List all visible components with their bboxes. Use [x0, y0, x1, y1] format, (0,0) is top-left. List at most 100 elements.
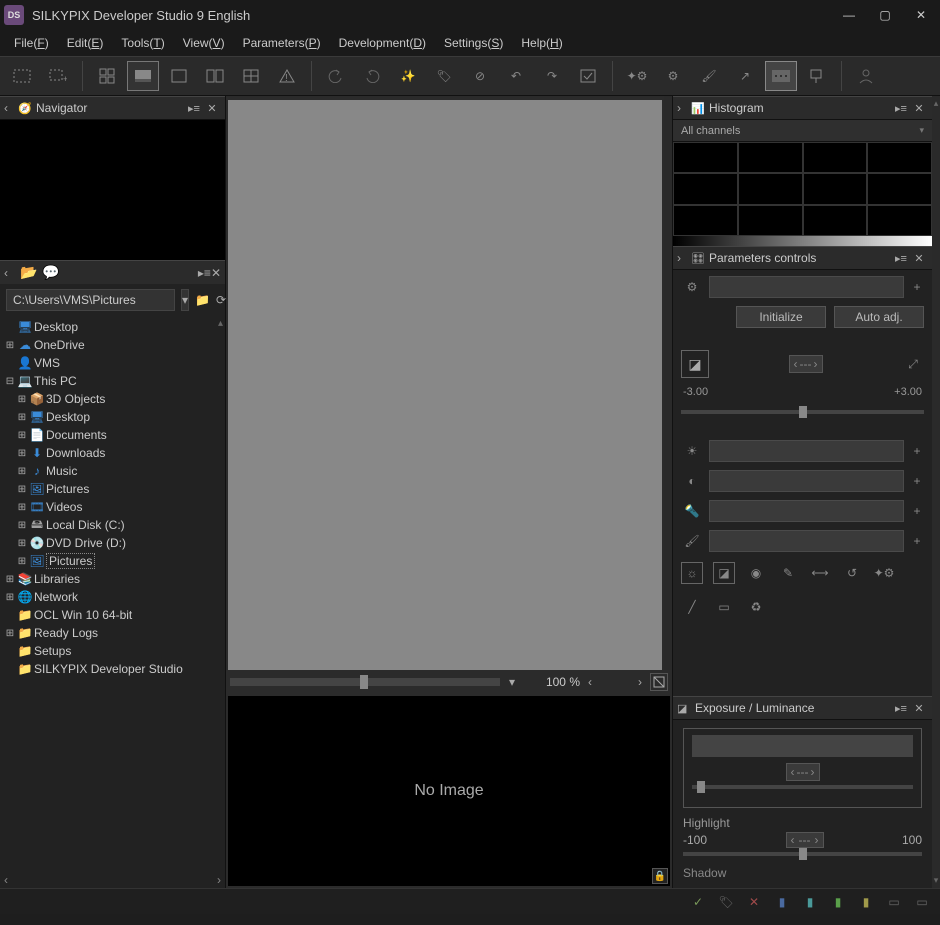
- panel-close-icon[interactable]: ✕: [910, 102, 928, 115]
- tree-item[interactable]: ⊞📦3D Objects: [2, 390, 223, 408]
- contrast-select[interactable]: [709, 470, 904, 492]
- menu-view[interactable]: View(V): [175, 34, 233, 52]
- add-icon[interactable]: +: [910, 504, 924, 518]
- menu-edit[interactable]: Edit(E): [59, 34, 112, 52]
- gear-star-icon[interactable]: ✦⚙: [621, 61, 653, 91]
- preset-select[interactable]: [709, 276, 904, 298]
- menu-development[interactable]: Development(D): [331, 34, 434, 52]
- expand-icon[interactable]: ⊞: [16, 466, 28, 477]
- status-blue-icon[interactable]: ▮: [774, 894, 790, 910]
- thumbnail-strip[interactable]: No Image 🔒: [228, 696, 670, 886]
- panel-close-icon[interactable]: ✕: [211, 266, 221, 280]
- expand-icon[interactable]: ⊞: [16, 556, 28, 567]
- contrast-icon[interactable]: ◐: [681, 470, 703, 492]
- minimize-button[interactable]: —: [834, 1, 864, 29]
- collapse-right-icon[interactable]: ›: [677, 101, 691, 115]
- lock-icon[interactable]: 🔒: [652, 868, 668, 884]
- zoom-next-icon[interactable]: ›: [634, 675, 646, 689]
- initialize-button[interactable]: Initialize: [736, 306, 826, 328]
- chat-icon[interactable]: 💬: [40, 264, 62, 281]
- tree-item[interactable]: ⊟💻This PC: [2, 372, 223, 390]
- status-check-icon[interactable]: ✓: [690, 894, 706, 910]
- exposure-icon[interactable]: ◪: [681, 350, 709, 378]
- reset-tool-icon[interactable]: ↺: [841, 562, 863, 584]
- layout-one-icon[interactable]: [163, 61, 195, 91]
- warning-icon[interactable]: !: [271, 61, 303, 91]
- status-cyan-icon[interactable]: ▮: [802, 894, 818, 910]
- expand-icon[interactable]: ⊞: [4, 574, 16, 585]
- tree-item[interactable]: 🖥Desktop: [2, 318, 223, 336]
- label-mode-icon[interactable]: [765, 61, 797, 91]
- scroll-up-icon[interactable]: ▴: [218, 318, 223, 329]
- tree-item[interactable]: 📁Setups: [2, 642, 223, 660]
- panel-close-icon[interactable]: ✕: [203, 102, 221, 115]
- layout-two-icon[interactable]: [199, 61, 231, 91]
- grid-four-icon[interactable]: [91, 61, 123, 91]
- collapse-left-icon[interactable]: ‹: [4, 266, 18, 280]
- preview-scrollbar[interactable]: [664, 96, 672, 670]
- tree-item[interactable]: ⊞📚Libraries: [2, 570, 223, 588]
- refresh-icon[interactable]: ⟳: [216, 289, 226, 311]
- tree-item[interactable]: ⊞📁Ready Logs: [2, 624, 223, 642]
- tree-item[interactable]: ⊞☁OneDrive: [2, 336, 223, 354]
- tag-icon[interactable]: 🏷: [428, 61, 460, 91]
- menu-settings[interactable]: Settings(S): [436, 34, 511, 52]
- panel-close-icon[interactable]: ✕: [910, 702, 928, 715]
- add-select-icon[interactable]: +: [42, 61, 74, 91]
- tree-item[interactable]: ⊞🎞Videos: [2, 498, 223, 516]
- right-panel-scrollbar[interactable]: ▴ ▾: [932, 96, 940, 888]
- scroll-right-icon[interactable]: ›: [217, 873, 221, 887]
- gear-icon[interactable]: ⚙: [681, 276, 703, 298]
- add-icon[interactable]: +: [910, 534, 924, 548]
- exposure-sub-slider[interactable]: [692, 785, 913, 789]
- expand-icon[interactable]: ⊞: [4, 340, 16, 351]
- auto-adjust-button[interactable]: Auto adj.: [834, 306, 924, 328]
- add-icon[interactable]: +: [910, 444, 924, 458]
- crop-icon[interactable]: ▭: [713, 596, 735, 618]
- panel-menu-icon[interactable]: ▸≡: [892, 252, 910, 265]
- scroll-left-icon[interactable]: ‹: [4, 873, 8, 887]
- panel-menu-icon[interactable]: ▸≡: [892, 102, 910, 115]
- tree-item[interactable]: ⊞⬇Downloads: [2, 444, 223, 462]
- image-preview[interactable]: [228, 100, 662, 670]
- vertical-tool-icon[interactable]: ⟷: [809, 562, 831, 584]
- export-icon[interactable]: ↗: [729, 61, 761, 91]
- maximize-button[interactable]: ▢: [870, 1, 900, 29]
- tone-tool-icon[interactable]: ◪: [713, 562, 735, 584]
- expand-icon[interactable]: ⊞: [16, 538, 28, 549]
- add-icon[interactable]: +: [910, 474, 924, 488]
- menu-tools[interactable]: Tools(T): [113, 34, 172, 52]
- tree-item[interactable]: ⊞🌐Network: [2, 588, 223, 606]
- folder-open-icon[interactable]: 📂: [18, 264, 40, 281]
- status-gray1-icon[interactable]: ▭: [886, 894, 902, 910]
- fit-screen-icon[interactable]: [650, 673, 668, 691]
- status-green-icon[interactable]: ▮: [830, 894, 846, 910]
- panel-menu-icon[interactable]: ▸≡: [185, 102, 203, 115]
- path-input[interactable]: [6, 289, 175, 311]
- exposure-spinner-2[interactable]: ‹ --- ›: [786, 763, 820, 781]
- exposure-main-slider[interactable]: [692, 735, 913, 757]
- highlight-slider[interactable]: [683, 852, 922, 856]
- zoom-prev-icon[interactable]: ‹: [584, 675, 596, 689]
- expand-icon[interactable]: ⊞: [16, 394, 28, 405]
- collapse-right-icon[interactable]: ›: [677, 251, 691, 265]
- color-brush-icon[interactable]: 🖌: [681, 530, 703, 552]
- tree-item[interactable]: ⊞🖥Desktop: [2, 408, 223, 426]
- brush-small-icon[interactable]: ╱: [681, 596, 703, 618]
- tree-item[interactable]: ⊞🖼Pictures: [2, 552, 223, 570]
- expand-icon[interactable]: ⊞: [4, 592, 16, 603]
- expand-icon[interactable]: ⊟: [4, 376, 16, 387]
- menu-parameters[interactable]: Parameters(P): [235, 34, 329, 52]
- path-dropdown-icon[interactable]: ▾: [181, 289, 189, 311]
- sharpness-icon[interactable]: 🔦: [681, 500, 703, 522]
- close-button[interactable]: ✕: [906, 1, 936, 29]
- layout-grid-icon[interactable]: [235, 61, 267, 91]
- layout-single-icon[interactable]: [127, 61, 159, 91]
- zoom-dropdown-icon[interactable]: ▾: [504, 675, 520, 689]
- menu-file[interactable]: File(F): [6, 34, 57, 52]
- status-yellow-icon[interactable]: ▮: [858, 894, 874, 910]
- expand-icon[interactable]: ⊞: [4, 628, 16, 639]
- panel-menu-icon[interactable]: ▸≡: [198, 266, 211, 280]
- panel-menu-icon[interactable]: ▸≡: [892, 702, 910, 715]
- scroll-down-icon[interactable]: ▾: [934, 875, 939, 886]
